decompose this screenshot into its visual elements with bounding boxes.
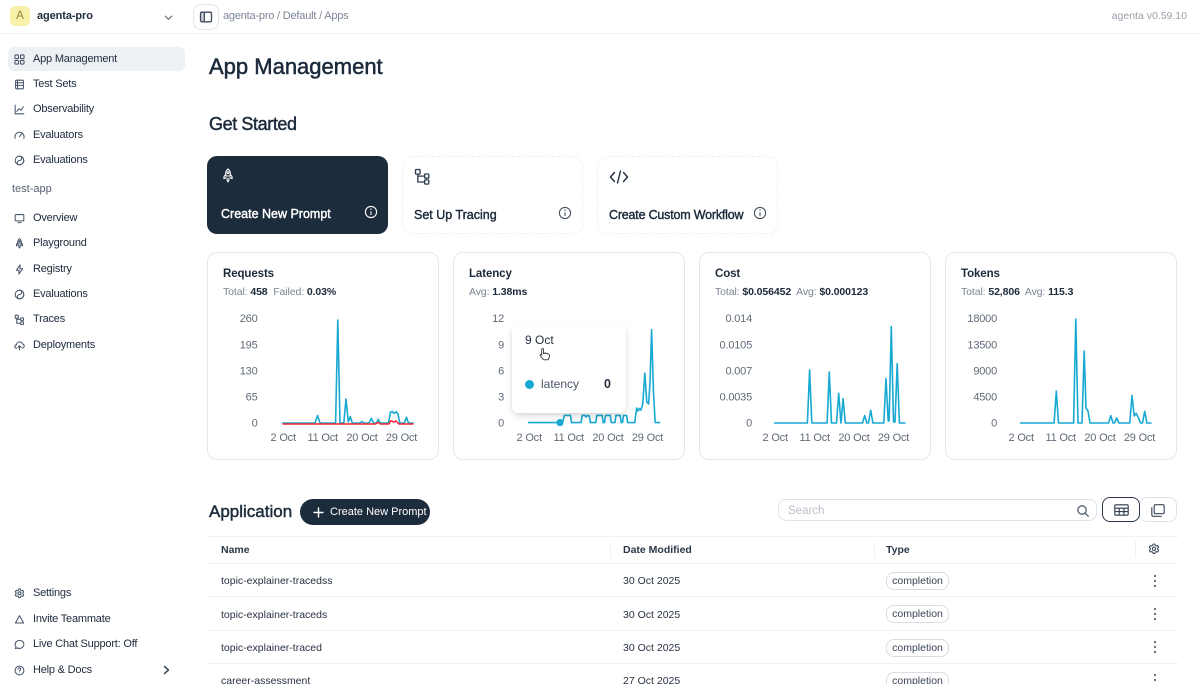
- svg-text:130: 130: [240, 366, 258, 378]
- svg-text:2 Oct: 2 Oct: [517, 432, 542, 444]
- svg-text:20 Oct: 20 Oct: [592, 432, 623, 444]
- svg-text:0.0105: 0.0105: [720, 340, 753, 352]
- svg-text:0: 0: [252, 418, 258, 430]
- svg-text:11 Oct: 11 Oct: [554, 432, 585, 444]
- svg-text:29 Oct: 29 Oct: [632, 432, 663, 444]
- svg-text:29 Oct: 29 Oct: [878, 432, 909, 444]
- svg-text:20 Oct: 20 Oct: [1084, 432, 1115, 444]
- svg-text:18000: 18000: [967, 313, 997, 325]
- svg-text:0.0035: 0.0035: [720, 392, 753, 404]
- svg-text:0.007: 0.007: [725, 366, 752, 378]
- svg-text:6: 6: [498, 366, 504, 378]
- svg-text:29 Oct: 29 Oct: [1124, 432, 1155, 444]
- svg-text:2 Oct: 2 Oct: [1009, 432, 1034, 444]
- svg-text:0: 0: [746, 418, 752, 430]
- svg-text:0: 0: [498, 418, 504, 430]
- svg-text:13500: 13500: [967, 340, 997, 352]
- svg-text:65: 65: [246, 392, 258, 404]
- svg-text:29 Oct: 29 Oct: [386, 432, 417, 444]
- svg-text:0: 0: [991, 418, 997, 430]
- svg-text:0.014: 0.014: [725, 313, 752, 325]
- svg-text:20 Oct: 20 Oct: [346, 432, 377, 444]
- svg-text:9: 9: [498, 340, 504, 352]
- svg-text:9000: 9000: [973, 366, 997, 378]
- svg-text:11 Oct: 11 Oct: [1046, 432, 1077, 444]
- svg-text:11 Oct: 11 Oct: [308, 432, 339, 444]
- svg-text:195: 195: [240, 340, 258, 352]
- svg-text:2 Oct: 2 Oct: [763, 432, 788, 444]
- svg-text:20 Oct: 20 Oct: [838, 432, 869, 444]
- svg-text:12: 12: [492, 313, 504, 325]
- svg-text:3: 3: [498, 392, 504, 404]
- svg-text:260: 260: [240, 313, 258, 325]
- svg-text:11 Oct: 11 Oct: [800, 432, 831, 444]
- svg-text:2 Oct: 2 Oct: [271, 432, 296, 444]
- svg-text:4500: 4500: [973, 392, 997, 404]
